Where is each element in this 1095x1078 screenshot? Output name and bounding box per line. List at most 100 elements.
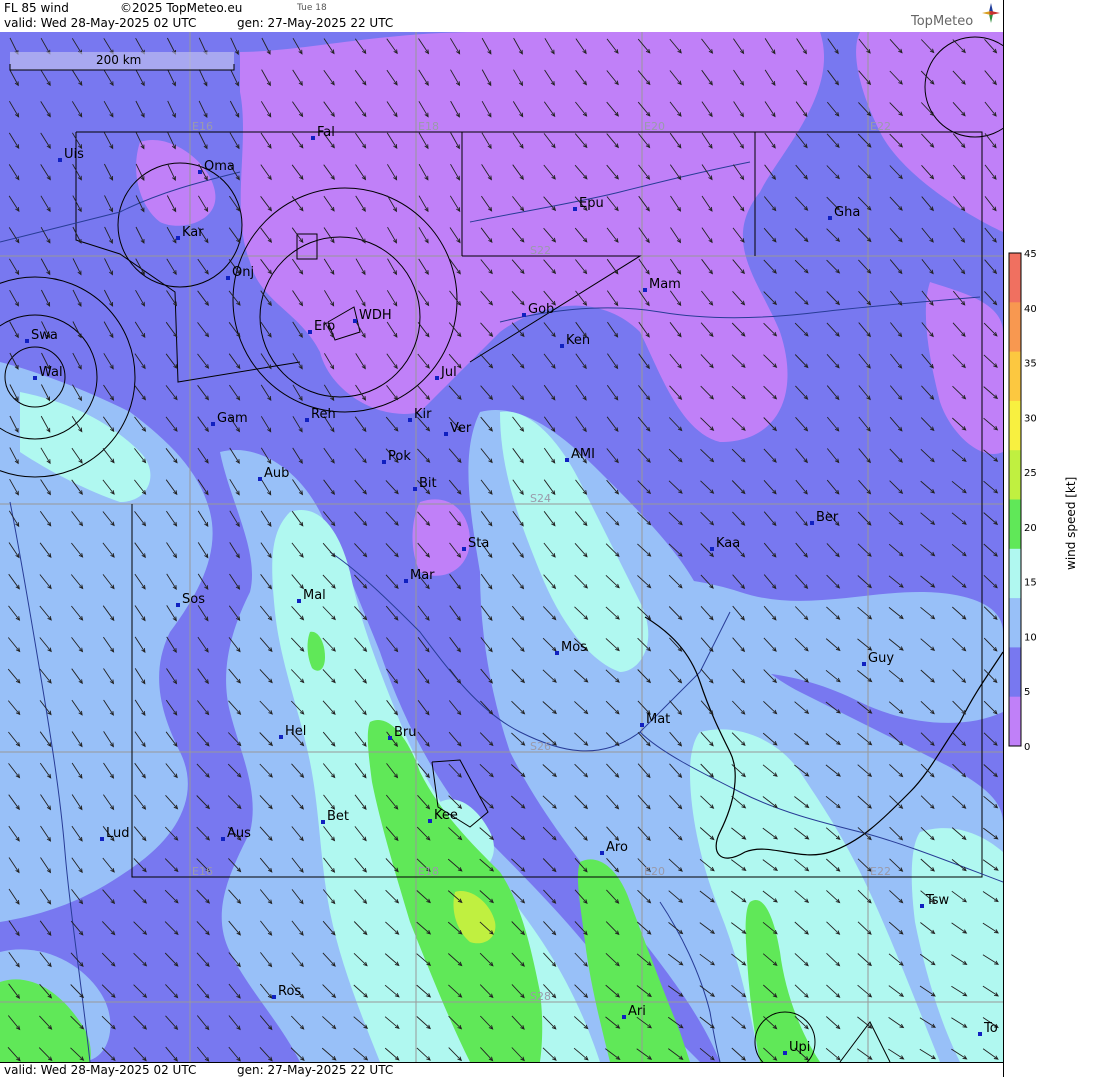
legend-swatch <box>1009 450 1021 500</box>
lon-label-top-e18: E18 <box>418 120 439 133</box>
city-marker <box>226 276 230 280</box>
city-label: Mos <box>561 640 587 655</box>
city-marker <box>978 1032 982 1036</box>
city-label: Bru <box>394 725 417 740</box>
city-marker <box>560 344 564 348</box>
city-marker <box>305 418 309 422</box>
city-label: Kir <box>414 407 432 422</box>
city-label: Ken <box>566 333 590 348</box>
city-label: Aus <box>227 826 251 841</box>
city-marker <box>710 547 714 551</box>
lon-label-bottom-e20: E20 <box>644 865 665 878</box>
city-label: Kee <box>434 808 458 823</box>
lon-label-top-e20: E20 <box>644 120 665 133</box>
footer-valid-time: valid: Wed 28-May-2025 02 UTC <box>4 1063 197 1077</box>
city-marker <box>810 521 814 525</box>
city-label: Oma <box>204 159 235 174</box>
legend-tick-label: 30 <box>1024 413 1037 424</box>
map-header: FL 85 wind ©2025 TopMeteo.eu Tue 18 vali… <box>0 0 1003 33</box>
city-marker <box>221 837 225 841</box>
city-label: Tsw <box>925 893 950 908</box>
city-marker <box>321 820 325 824</box>
legend-tick-label: 20 <box>1024 523 1037 534</box>
city-marker <box>388 736 392 740</box>
lat-label-s26: S26 <box>530 740 551 753</box>
city-label: Jul <box>440 365 457 380</box>
city-marker <box>58 158 62 162</box>
city-marker <box>600 851 604 855</box>
city-marker <box>176 236 180 240</box>
city-marker <box>573 207 577 211</box>
day-label: Tue 18 <box>297 3 327 13</box>
city-label: Gob <box>528 302 554 317</box>
city-label: Lud <box>106 826 130 841</box>
legend-swatch <box>1009 400 1021 451</box>
footer-gen-time: gen: 27-May-2025 22 UTC <box>237 1063 394 1077</box>
city-label: To <box>983 1021 998 1036</box>
city-label: Fal <box>317 125 335 140</box>
city-label: Reh <box>311 407 336 422</box>
legend-tick-label: 25 <box>1024 468 1037 479</box>
legend-swatch <box>1009 598 1021 648</box>
city-label: Ros <box>278 984 301 999</box>
city-marker <box>258 477 262 481</box>
city-label: Mat <box>646 712 670 727</box>
legend-tick-label: 35 <box>1024 359 1037 370</box>
city-label: Ber <box>816 510 839 525</box>
city-marker <box>522 313 526 317</box>
lon-label-bottom-e22: E22 <box>870 865 891 878</box>
legend-swatch <box>1009 647 1021 698</box>
city-label: Swa <box>31 328 58 343</box>
copyright: ©2025 TopMeteo.eu <box>120 1 243 15</box>
city-marker <box>643 288 647 292</box>
city-label: Kaa <box>716 536 740 551</box>
city-marker <box>462 547 466 551</box>
legend-tick-label: 5 <box>1024 687 1030 698</box>
legend-tick-label: 0 <box>1024 742 1030 753</box>
brand-logo: TopMeteo <box>911 14 974 29</box>
city-label: Aro <box>606 840 628 855</box>
city-marker <box>404 579 408 583</box>
city-label: Aub <box>264 466 289 481</box>
scale-bar-label: 200 km <box>96 53 141 67</box>
lon-label-bottom-e16: E16 <box>192 865 213 878</box>
wind-map[interactable]: E16 E18 E20 E22 E16 E18 E20 E22 S22 S24 … <box>0 32 1003 1062</box>
city-marker <box>565 458 569 462</box>
city-label: Ari <box>628 1004 646 1019</box>
city-marker <box>428 819 432 823</box>
lon-label-top-e22: E22 <box>870 120 891 133</box>
lat-label-s28: S28 <box>530 990 551 1003</box>
city-marker <box>33 376 37 380</box>
city-marker <box>297 599 301 603</box>
city-label: Bit <box>419 476 437 491</box>
city-marker <box>308 330 312 334</box>
legend-swatch <box>1009 253 1021 303</box>
city-marker <box>640 723 644 727</box>
city-marker <box>862 662 866 666</box>
city-label: Kar <box>182 225 204 240</box>
legend-tick-label: 10 <box>1024 632 1037 643</box>
city-label: WDH <box>359 308 392 323</box>
city-label: Gam <box>217 411 248 426</box>
legend-swatch <box>1009 499 1021 550</box>
city-marker <box>828 216 832 220</box>
city-marker <box>279 735 283 739</box>
city-label: Onj <box>232 265 254 280</box>
city-label: Gha <box>834 205 860 220</box>
compass-logo-icon <box>982 3 1000 23</box>
product-title: FL 85 wind <box>4 1 69 15</box>
scale-bar: 200 km <box>9 52 235 71</box>
city-label: Upi <box>789 1040 810 1055</box>
city-marker <box>198 170 202 174</box>
city-label: Mal <box>303 588 326 603</box>
legend-swatch <box>1009 351 1021 402</box>
lat-label-s24: S24 <box>530 492 551 505</box>
legend-swatch <box>1009 302 1021 353</box>
legend-tick-label: 40 <box>1024 304 1037 315</box>
legend-tick-label: 45 <box>1024 249 1037 260</box>
city-label: Sta <box>468 536 489 551</box>
lat-label-s22: S22 <box>530 244 551 257</box>
city-marker <box>272 995 276 999</box>
legend-swatch <box>1009 548 1021 599</box>
city-label: Ver <box>450 421 472 436</box>
